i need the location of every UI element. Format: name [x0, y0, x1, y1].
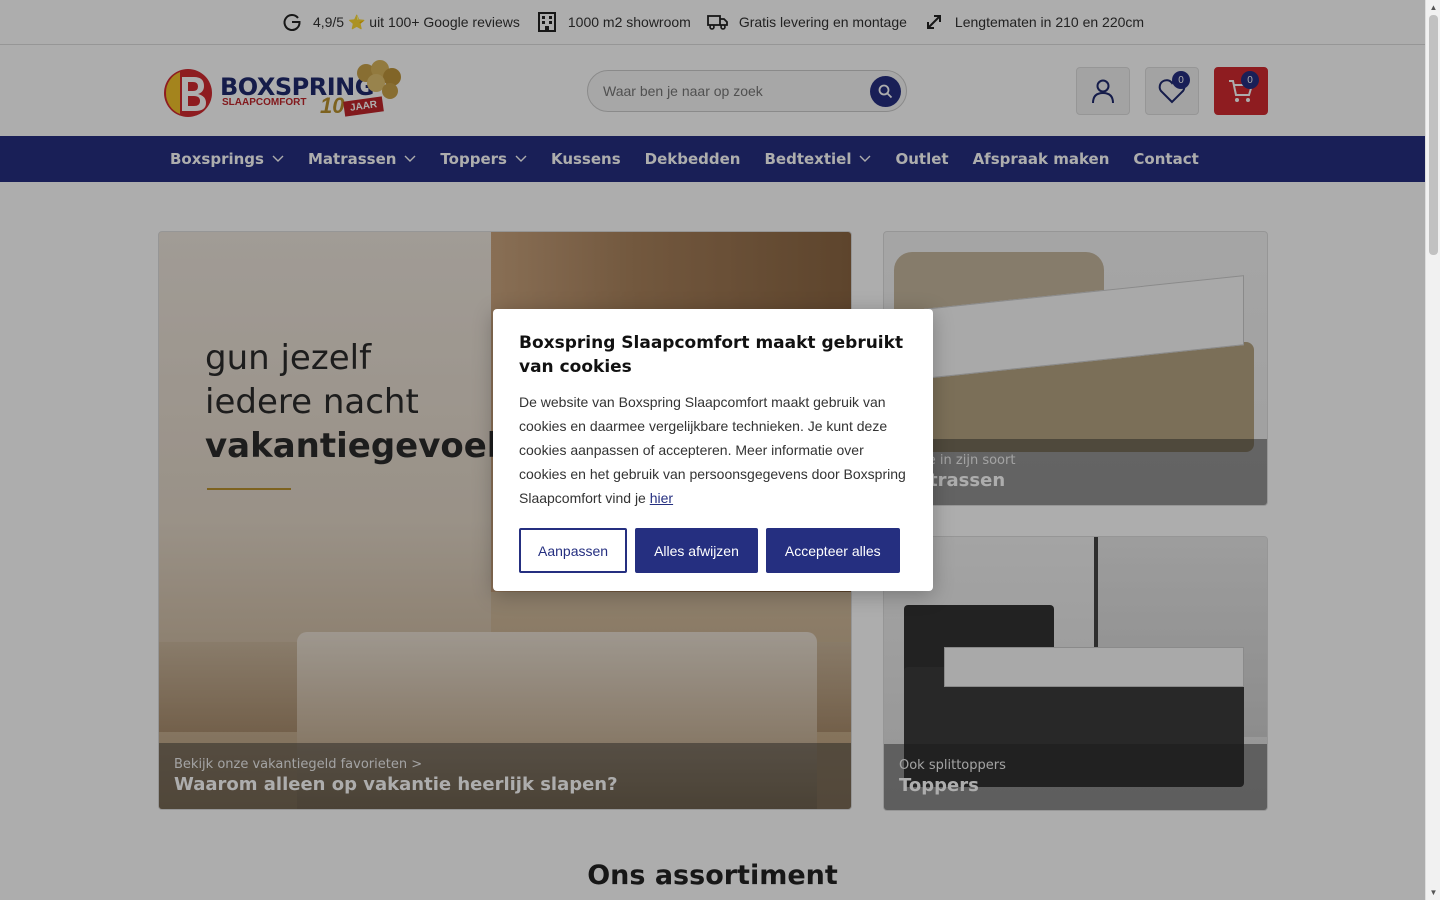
cookie-buttons: Aanpassen Alles afwijzen Accepteer alles: [519, 528, 907, 573]
accept-all-button[interactable]: Accepteer alles: [765, 528, 900, 573]
scrollbar-thumb[interactable]: [1429, 15, 1438, 255]
scroll-down-arrow-icon[interactable]: ▼: [1429, 888, 1438, 897]
cookie-dialog: Boxspring Slaapcomfort maakt gebruikt va…: [493, 309, 933, 591]
page: 4,9/5 ⭐ uit 100+ Google reviews 1000 m2 …: [0, 0, 1425, 900]
cookie-title: Boxspring Slaapcomfort maakt gebruikt va…: [519, 333, 904, 377]
cookie-privacy-link[interactable]: hier: [650, 490, 673, 506]
cookie-body-text: De website van Boxspring Slaapcomfort ma…: [519, 394, 906, 506]
customize-button[interactable]: Aanpassen: [519, 528, 628, 573]
reject-all-button[interactable]: Alles afwijzen: [635, 528, 758, 573]
scrollbar[interactable]: ▲ ▼: [1425, 0, 1440, 900]
scroll-up-arrow-icon[interactable]: ▲: [1429, 3, 1438, 12]
cookie-body: De website van Boxspring Slaapcomfort ma…: [519, 390, 907, 510]
